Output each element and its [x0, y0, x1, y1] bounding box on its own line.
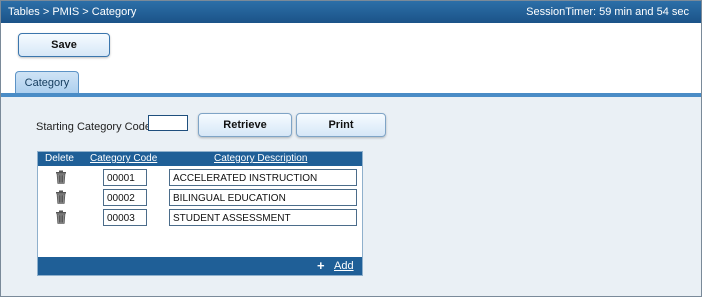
grid-header: Delete Category Code Category Descriptio…: [38, 152, 362, 166]
category-code-field[interactable]: 00003: [103, 209, 147, 226]
column-header-delete: Delete: [45, 153, 74, 164]
starting-category-code-input[interactable]: [148, 115, 188, 131]
print-button[interactable]: Print: [296, 113, 386, 137]
top-bar: Tables > PMIS > Category SessionTimer: 5…: [1, 1, 701, 23]
grid-footer: + Add: [38, 257, 362, 275]
save-button[interactable]: Save: [18, 33, 110, 57]
table-row: 00002 BILINGUAL EDUCATION: [38, 187, 362, 207]
column-header-category-code[interactable]: Category Code: [90, 153, 157, 164]
trash-icon[interactable]: [55, 190, 67, 204]
breadcrumb: Tables > PMIS > Category: [8, 6, 137, 18]
table-row: 00001 ACCELERATED INSTRUCTION: [38, 167, 362, 187]
add-link[interactable]: Add: [334, 260, 354, 272]
table-row: 00003 STUDENT ASSESSMENT: [38, 207, 362, 227]
column-header-category-description[interactable]: Category Description: [214, 153, 307, 164]
trash-icon[interactable]: [55, 210, 67, 224]
app-window: Tables > PMIS > Category SessionTimer: 5…: [0, 0, 702, 297]
category-description-field[interactable]: STUDENT ASSESSMENT: [169, 209, 357, 226]
session-timer: SessionTimer: 59 min and 54 sec: [526, 6, 689, 18]
plus-icon[interactable]: +: [317, 258, 325, 273]
category-code-field[interactable]: 00002: [103, 189, 147, 206]
starting-category-code-label: Starting Category Code:: [36, 121, 155, 133]
trash-icon[interactable]: [55, 170, 67, 184]
category-code-field[interactable]: 00001: [103, 169, 147, 186]
category-description-field[interactable]: ACCELERATED INSTRUCTION: [169, 169, 357, 186]
category-grid: Delete Category Code Category Descriptio…: [37, 151, 363, 276]
retrieve-button[interactable]: Retrieve: [198, 113, 292, 137]
category-description-field[interactable]: BILINGUAL EDUCATION: [169, 189, 357, 206]
